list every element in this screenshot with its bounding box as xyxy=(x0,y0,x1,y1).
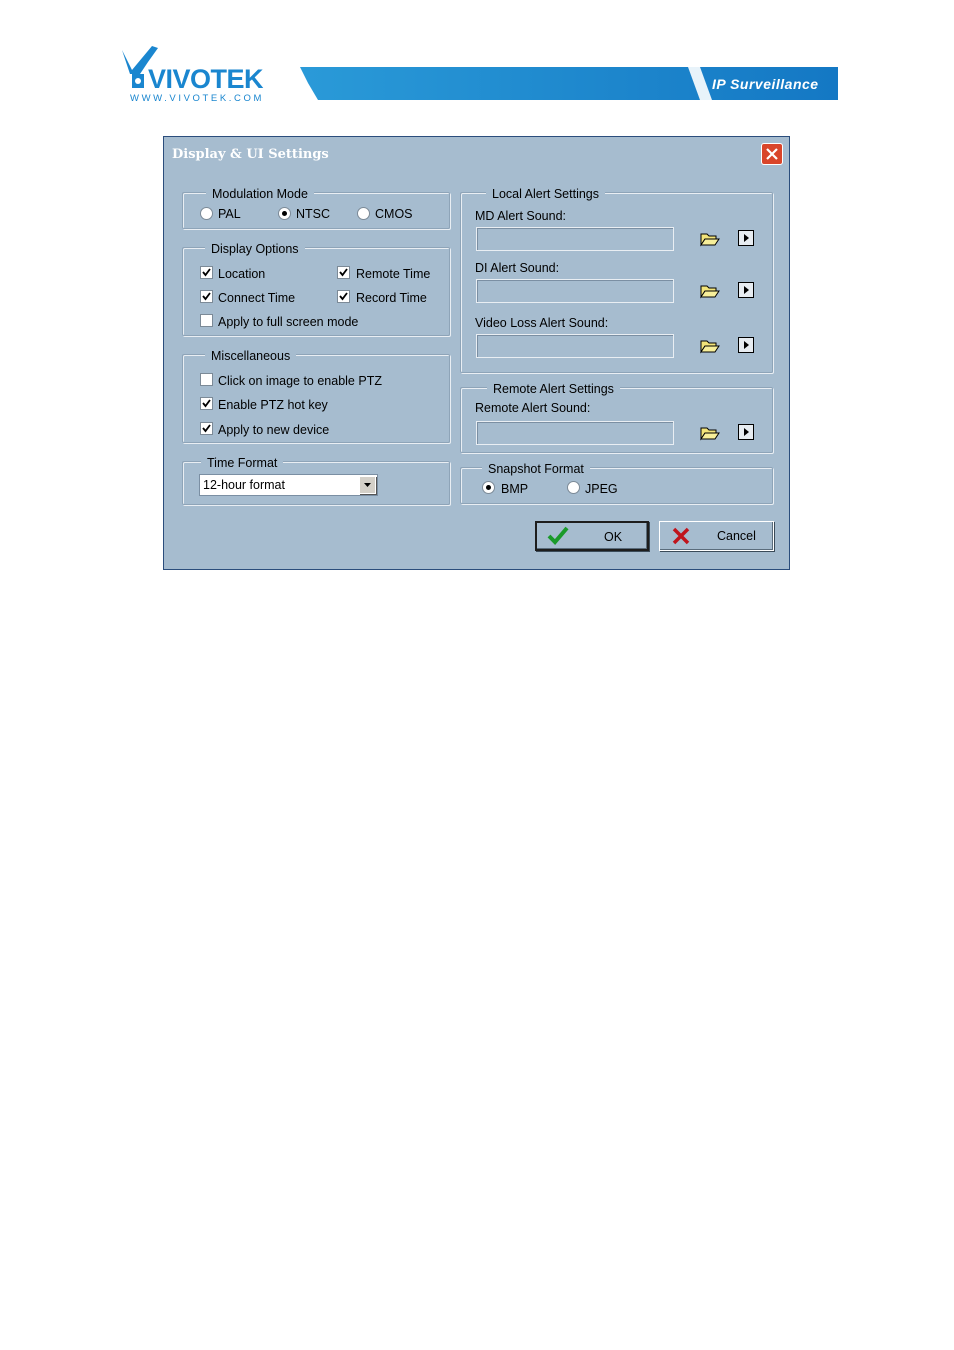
play-icon[interactable] xyxy=(738,282,754,298)
radio-cmos-label: CMOS xyxy=(375,207,413,221)
dialog-title: Display & UI Settings xyxy=(172,147,329,162)
checkmark-icon xyxy=(202,292,211,301)
md-alert-sound-field[interactable] xyxy=(476,227,674,251)
radio-ntsc-label: NTSC xyxy=(296,207,331,221)
modulation-mode-legend: Modulation Mode xyxy=(206,187,314,201)
brand-wordmark: VIVOTEK xyxy=(148,64,264,94)
radio-pal[interactable] xyxy=(200,207,213,220)
checkbox-remote-time-label: Remote Time xyxy=(356,267,431,281)
folder-open-icon[interactable] xyxy=(700,231,720,247)
md-alert-label: MD Alert Sound: xyxy=(475,209,567,223)
checkmark-icon xyxy=(547,526,569,545)
checkbox-record-time-label: Record Time xyxy=(356,291,427,305)
vivotek-logo: VIVOTEK WWW.VIVOTEK.COM xyxy=(118,44,308,104)
header-tagline: IP Surveillance xyxy=(712,76,819,92)
checkbox-click-ptz[interactable] xyxy=(200,373,213,386)
checkbox-connect-time[interactable] xyxy=(200,290,213,303)
checkbox-full-screen[interactable] xyxy=(200,314,213,327)
checkmark-icon xyxy=(202,399,211,408)
display-options-legend: Display Options xyxy=(205,242,305,256)
folder-open-icon[interactable] xyxy=(700,338,720,354)
ok-button[interactable]: OK xyxy=(535,521,649,551)
checkbox-click-ptz-label: Click on image to enable PTZ xyxy=(218,374,382,388)
miscellaneous-legend: Miscellaneous xyxy=(205,349,297,363)
video-loss-alert-label: Video Loss Alert Sound: xyxy=(475,316,609,330)
dialog-titlebar: Display & UI Settings xyxy=(164,137,789,171)
checkbox-record-time[interactable] xyxy=(337,290,350,303)
radio-bmp[interactable] xyxy=(482,481,495,494)
play-icon[interactable] xyxy=(738,230,754,246)
ok-button-label: OK xyxy=(604,530,623,544)
remote-alert-sound-field[interactable] xyxy=(476,421,674,445)
folder-open-icon[interactable] xyxy=(700,425,720,441)
di-alert-sound-field[interactable] xyxy=(476,279,674,303)
time-format-value: 12-hour format xyxy=(203,478,285,492)
checkbox-location-label: Location xyxy=(218,267,266,281)
checkbox-new-device-label: Apply to new device xyxy=(218,423,330,437)
radio-jpeg-label: JPEG xyxy=(585,482,618,496)
checkmark-icon xyxy=(339,268,348,277)
display-ui-settings-dialog: Display & UI Settings Modulation Mode PA… xyxy=(163,136,790,570)
radio-cmos[interactable] xyxy=(357,207,370,220)
checkmark-icon xyxy=(339,292,348,301)
di-alert-label: DI Alert Sound: xyxy=(475,261,560,275)
cancel-button[interactable]: Cancel xyxy=(659,521,774,551)
checkbox-new-device[interactable] xyxy=(200,422,213,435)
video-loss-alert-sound-field[interactable] xyxy=(476,334,674,358)
radio-bmp-label: BMP xyxy=(501,482,529,496)
remote-alert-label: Remote Alert Sound: xyxy=(475,401,591,415)
checkmark-icon xyxy=(202,268,211,277)
checkbox-ptz-hot-key[interactable] xyxy=(200,397,213,410)
close-button[interactable] xyxy=(761,143,783,165)
checkbox-ptz-hot-key-label: Enable PTZ hot key xyxy=(218,398,328,412)
remote-alert-legend: Remote Alert Settings xyxy=(487,382,620,396)
time-format-select[interactable]: 12-hour format xyxy=(199,474,378,496)
radio-pal-label: PAL xyxy=(218,207,241,221)
checkmark-icon xyxy=(202,424,211,433)
vivotek-bird-icon: VIVOTEK WWW.VIVOTEK.COM xyxy=(122,46,265,104)
chevron-down-icon xyxy=(364,483,371,487)
play-icon[interactable] xyxy=(738,424,754,440)
close-icon xyxy=(766,148,778,160)
cancel-button-label: Cancel xyxy=(717,529,756,543)
brand-website: WWW.VIVOTEK.COM xyxy=(130,93,264,104)
snapshot-format-legend: Snapshot Format xyxy=(482,462,590,476)
folder-open-icon[interactable] xyxy=(700,283,720,299)
checkbox-full-screen-label: Apply to full screen mode xyxy=(218,315,359,329)
checkbox-connect-time-label: Connect Time xyxy=(218,291,296,305)
cross-icon xyxy=(672,527,690,545)
time-format-legend: Time Format xyxy=(201,456,284,470)
radio-jpeg[interactable] xyxy=(567,481,580,494)
checkbox-remote-time[interactable] xyxy=(337,266,350,279)
local-alert-legend: Local Alert Settings xyxy=(486,187,606,201)
radio-ntsc[interactable] xyxy=(278,207,291,220)
checkbox-location[interactable] xyxy=(200,266,213,279)
time-format-dropdown-button[interactable] xyxy=(359,476,376,494)
play-icon[interactable] xyxy=(738,337,754,353)
